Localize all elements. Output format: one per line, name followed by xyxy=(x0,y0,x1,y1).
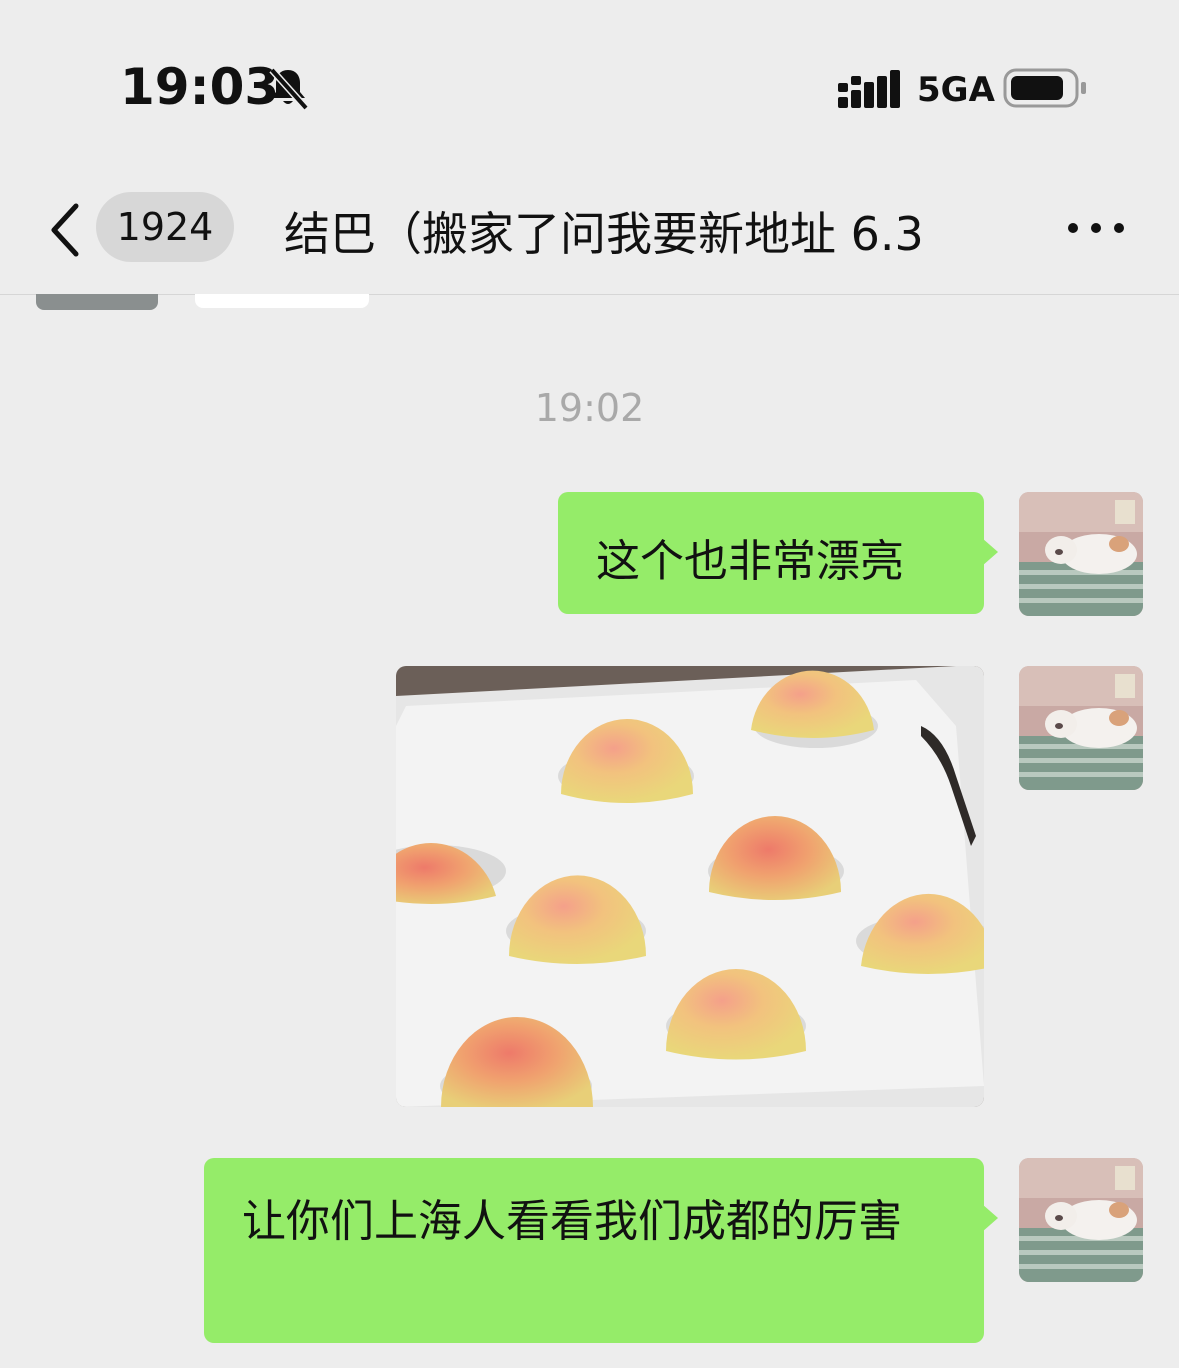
status-time: 19:03 xyxy=(120,58,280,116)
self-avatar[interactable] xyxy=(1019,492,1143,616)
unread-count-badge[interactable]: 1924 xyxy=(96,192,234,262)
signal-bars-icon xyxy=(838,70,900,108)
message-timestamp: 19:02 xyxy=(534,386,645,430)
self-avatar[interactable] xyxy=(1019,1158,1143,1282)
sent-text-message[interactable]: 让你们上海人看看我们成都的厉害 xyxy=(204,1158,998,1343)
chat-header: 1924 结巴（搬家了问我要新地址 6.3 xyxy=(0,170,1179,295)
status-bar: 19:03 5GA xyxy=(0,0,1179,170)
self-avatar[interactable] xyxy=(1019,666,1143,790)
network-type: 5GA xyxy=(917,70,995,110)
contact-avatar[interactable] xyxy=(36,294,158,310)
chevron-left-icon[interactable] xyxy=(44,200,84,260)
sent-image-message[interactable] xyxy=(396,666,984,1107)
more-dots-icon[interactable] xyxy=(1064,214,1128,242)
bell-slash-icon xyxy=(269,67,309,110)
peaches-photo xyxy=(396,666,984,1107)
cat-avatar-image xyxy=(1019,492,1143,616)
battery-icon xyxy=(1003,68,1086,108)
sent-text-message[interactable]: 这个也非常漂亮 xyxy=(558,492,998,614)
cat-avatar-image xyxy=(1019,666,1143,790)
cat-avatar-image xyxy=(1019,1158,1143,1282)
chat-title: 结巴（搬家了问我要新地址 6.3 xyxy=(284,207,924,261)
message-text: 让你们上海人看看我们成都的厉害 xyxy=(242,1196,902,1247)
previous-message-bubble[interactable] xyxy=(195,294,369,308)
message-text: 这个也非常漂亮 xyxy=(596,536,904,587)
unread-count: 1924 xyxy=(116,205,214,249)
